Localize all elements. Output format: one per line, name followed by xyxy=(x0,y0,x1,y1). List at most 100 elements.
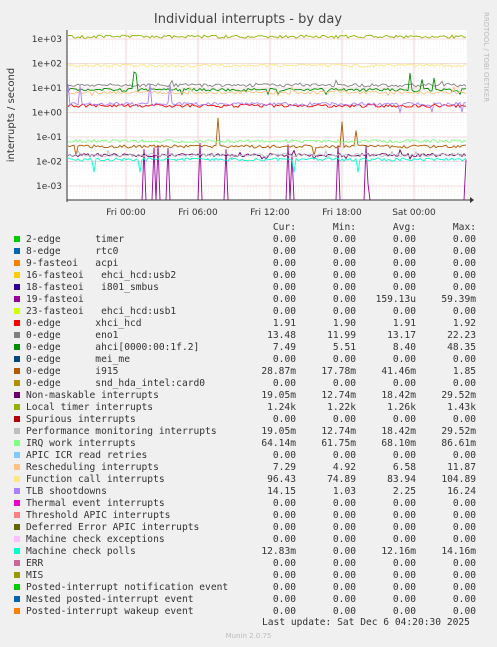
legend-header: Cur: Min: Avg: Max: xyxy=(12,222,492,234)
legend-avg-value: 159.13u xyxy=(375,294,416,305)
legend-swatch xyxy=(14,452,20,458)
legend-swatch xyxy=(14,524,20,530)
legend-row: 19-fasteoi 0.00 0.00 159.13u 59.39m xyxy=(12,294,492,306)
legend-avg-value: 0.00 xyxy=(392,450,416,461)
legend-cur-value: 0.00 xyxy=(272,234,296,245)
legend-series-name: 8-edge rtc0 xyxy=(26,246,119,257)
legend-row: Thermal event interrupts 0.00 0.00 0.00 0.00 xyxy=(12,498,492,510)
legend-min-value: 0.00 xyxy=(332,522,356,533)
legend-series-name: 0-edge ahci[0000:00:1f.2] xyxy=(26,342,200,353)
legend-cur-value: 0.00 xyxy=(272,294,296,305)
legend-series-name: TLB shootdowns xyxy=(26,486,107,497)
legend-cur-value: 7.49 xyxy=(272,342,296,353)
legend-cur-value: 0.00 xyxy=(272,306,296,317)
y-tick-label: 1e+00 xyxy=(32,109,63,119)
legend-row: Machine check polls 12.83m 0.00 12.16m 14.16… xyxy=(12,546,492,558)
legend-series-name: 0-edge snd_hda_intel:card0 xyxy=(26,378,206,389)
legend-row: Threshold APIC interrupts 0.00 0.00 0.00 0.0… xyxy=(12,510,492,522)
legend-max-value: 0.00 xyxy=(452,378,476,389)
legend-row: 8-edge rtc0 0.00 0.00 0.00 0.00 xyxy=(12,246,492,258)
legend-swatch xyxy=(14,488,20,494)
legend-series-name: 2-edge timer xyxy=(26,234,125,245)
legend-min-value: 0.00 xyxy=(332,234,356,245)
legend-max-value: 0.00 xyxy=(452,354,476,365)
legend-swatch xyxy=(14,260,20,266)
header-min: Min: xyxy=(332,222,356,233)
legend-avg-value: 0.00 xyxy=(392,594,416,605)
legend-max-value: 104.89 xyxy=(441,474,476,485)
legend-swatch xyxy=(14,476,20,482)
legend-cur-value: 0.00 xyxy=(272,522,296,533)
legend-series-name: 16-fasteoi ehci_hcd:usb2 xyxy=(26,270,177,281)
legend: Cur: Min: Avg: Max: 2-edge timer 0.00 0.00… xyxy=(12,222,492,618)
legend-avg-value: 1.26k xyxy=(387,402,416,413)
legend-max-value: 0.00 xyxy=(452,498,476,509)
legend-min-value: 0.00 xyxy=(332,558,356,569)
legend-swatch xyxy=(14,344,20,350)
legend-swatch xyxy=(14,548,20,554)
legend-cur-value: 1.91 xyxy=(272,318,296,329)
legend-avg-value: 0.00 xyxy=(392,282,416,293)
legend-cur-value: 0.00 xyxy=(272,282,296,293)
legend-swatch xyxy=(14,296,20,302)
legend-row: Deferred Error APIC interrupts 0.00 0.00 0.… xyxy=(12,522,492,534)
legend-min-value: 5.51 xyxy=(332,342,356,353)
legend-min-value: 0.00 xyxy=(332,546,356,557)
header-avg: Avg: xyxy=(392,222,416,233)
legend-min-value: 17.78m xyxy=(321,366,356,377)
legend-series-name: Posted-interrupt wakeup event xyxy=(26,606,194,617)
legend-row: TLB shootdowns 14.15 1.03 2.25 16.24 xyxy=(12,486,492,498)
legend-min-value: 1.90 xyxy=(332,318,356,329)
legend-cur-value: 28.87m xyxy=(261,366,296,377)
legend-series-name: Performance monitoring interrupts xyxy=(26,426,217,437)
legend-swatch xyxy=(14,536,20,542)
legend-min-value: 11.99 xyxy=(327,330,356,341)
legend-row: Posted-interrupt notification event 0.00 0… xyxy=(12,582,492,594)
legend-series-name: 23-fasteoi ehci_hcd:usb1 xyxy=(26,306,177,317)
legend-series-name: Posted-interrupt notification event xyxy=(26,582,229,593)
y-tick-label: 1e-02 xyxy=(36,158,62,168)
legend-avg-value: 1.91 xyxy=(392,318,416,329)
legend-series-name: Local timer interrupts xyxy=(26,402,154,413)
legend-swatch xyxy=(14,464,20,470)
legend-swatch xyxy=(14,320,20,326)
legend-series-name: Machine check polls xyxy=(26,546,136,557)
legend-min-value: 0.00 xyxy=(332,246,356,257)
legend-max-value: 0.00 xyxy=(452,246,476,257)
legend-series-name: Thermal event interrupts xyxy=(26,498,165,509)
legend-series-name: 0-edge mei_me xyxy=(26,354,130,365)
legend-avg-value: 8.40 xyxy=(392,342,416,353)
legend-max-value: 29.52m xyxy=(441,426,476,437)
legend-max-value: 1.85 xyxy=(452,366,476,377)
legend-avg-value: 0.00 xyxy=(392,354,416,365)
x-tick-label: Fri 00:00 xyxy=(106,208,146,218)
legend-series-name: 9-fasteoi acpi xyxy=(26,258,119,269)
legend-row: 0-edge i915 28.87m 17.78m 41.46m 1.85 xyxy=(12,366,492,378)
legend-swatch xyxy=(14,596,20,602)
y-tick-label: 1e-03 xyxy=(36,182,62,192)
legend-row: Spurious interrupts 0.00 0.00 0.00 0.00 xyxy=(12,414,492,426)
version-label: Munin 2.0.75 xyxy=(225,632,272,640)
legend-avg-value: 12.16m xyxy=(381,546,416,557)
legend-swatch xyxy=(14,236,20,242)
legend-series-name: Function call interrupts xyxy=(26,474,165,485)
legend-series-name: Deferred Error APIC interrupts xyxy=(26,522,200,533)
legend-max-value: 1.43k xyxy=(447,402,476,413)
legend-min-value: 0.00 xyxy=(332,282,356,293)
legend-min-value: 12.74m xyxy=(321,390,356,401)
legend-series-name: APIC ICR read retries xyxy=(26,450,148,461)
legend-max-value: 0.00 xyxy=(452,570,476,581)
legend-cur-value: 0.00 xyxy=(272,450,296,461)
legend-cur-value: 14.15 xyxy=(267,486,296,497)
legend-max-value: 0.00 xyxy=(452,282,476,293)
legend-swatch xyxy=(14,248,20,254)
legend-series-name: Spurious interrupts xyxy=(26,414,136,425)
header-max: Max: xyxy=(452,222,476,233)
legend-max-value: 16.24 xyxy=(447,486,476,497)
legend-swatch xyxy=(14,392,20,398)
legend-row: IRQ work interrupts 64.14m 61.75m 68.10m 86.… xyxy=(12,438,492,450)
legend-cur-value: 0.00 xyxy=(272,582,296,593)
legend-row: Rescheduling interrupts 7.29 4.92 6.58 11.87 xyxy=(12,462,492,474)
legend-min-value: 0.00 xyxy=(332,414,356,425)
x-tick-label: Sat 00:00 xyxy=(392,208,436,218)
